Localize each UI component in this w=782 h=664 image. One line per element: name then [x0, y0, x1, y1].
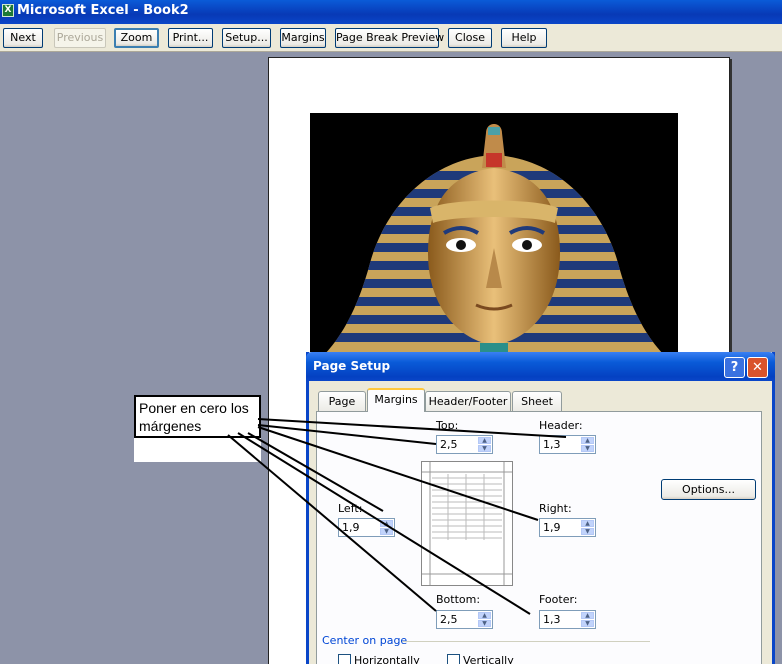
spin-down-icon[interactable]: ▼	[581, 528, 594, 535]
annotation-callout: Poner en cero los márgenes	[134, 395, 261, 462]
print-preview-toolbar: Next Previous Zoom Print... Setup... Mar…	[0, 24, 782, 52]
annotation-text: Poner en cero los márgenes	[134, 395, 261, 438]
pharaoh-mask-image	[310, 113, 678, 363]
window-titlebar: X Microsoft Excel - Book2	[0, 0, 782, 24]
close-button[interactable]: Close	[448, 28, 492, 48]
left-margin-value[interactable]: 1,9	[342, 521, 360, 534]
print-button[interactable]: Print...	[168, 28, 213, 48]
vertically-checkbox[interactable]	[447, 654, 460, 664]
spin-down-icon[interactable]: ▼	[478, 620, 491, 627]
tab-margins[interactable]: Margins	[367, 388, 425, 412]
footer-margin-spinner[interactable]: 1,3 ▲ ▼	[539, 610, 596, 629]
spin-up-icon[interactable]: ▲	[581, 612, 594, 619]
spin-up-icon[interactable]: ▲	[581, 437, 594, 444]
top-label: Top:	[436, 419, 459, 432]
setup-button[interactable]: Setup...	[222, 28, 271, 48]
footer-margin-value[interactable]: 1,3	[543, 613, 561, 626]
window-title: Microsoft Excel - Book2	[17, 3, 189, 18]
header-margin-value[interactable]: 1,3	[543, 438, 561, 451]
spin-up-icon[interactable]: ▲	[478, 612, 491, 619]
vertically-label: Vertically	[463, 654, 514, 664]
spin-down-icon[interactable]: ▼	[581, 620, 594, 627]
zoom-button[interactable]: Zoom	[114, 28, 159, 48]
bottom-margin-spinner[interactable]: 2,5 ▲ ▼	[436, 610, 493, 629]
next-button[interactable]: Next	[3, 28, 43, 48]
right-label: Right:	[539, 502, 572, 515]
margins-preview-diagram	[421, 461, 513, 586]
spin-up-icon[interactable]: ▲	[380, 520, 393, 527]
spin-down-icon[interactable]: ▼	[380, 528, 393, 535]
page-break-preview-button[interactable]: Page Break Preview	[335, 28, 444, 48]
dialog-close-icon[interactable]: ✕	[747, 357, 768, 378]
tab-header-footer[interactable]: Header/Footer	[425, 391, 511, 411]
help-button[interactable]: Help	[501, 28, 547, 48]
spin-up-icon[interactable]: ▲	[581, 520, 594, 527]
dialog-titlebar: Page Setup ? ✕	[306, 352, 775, 381]
options-button[interactable]: Options...	[661, 479, 756, 500]
spin-up-icon[interactable]: ▲	[478, 437, 491, 444]
bottom-margin-value[interactable]: 2,5	[440, 613, 458, 626]
tab-sheet[interactable]: Sheet	[512, 391, 562, 411]
spin-down-icon[interactable]: ▼	[478, 445, 491, 452]
dialog-title: Page Setup	[313, 359, 391, 373]
dialog-help-icon[interactable]: ?	[724, 357, 745, 378]
center-on-page-label: Center on page	[322, 634, 408, 647]
horizontally-label: Horizontally	[354, 654, 420, 664]
header-label: Header:	[539, 419, 583, 432]
right-margin-spinner[interactable]: 1,9 ▲ ▼	[539, 518, 596, 537]
top-margin-value[interactable]: 2,5	[440, 438, 458, 451]
left-margin-spinner[interactable]: 1,9 ▲ ▼	[338, 518, 395, 537]
previous-button[interactable]: Previous	[54, 28, 106, 48]
footer-label: Footer:	[539, 593, 578, 606]
excel-app-icon: X	[2, 4, 14, 17]
top-margin-spinner[interactable]: 2,5 ▲ ▼	[436, 435, 493, 454]
tab-page[interactable]: Page	[318, 391, 366, 411]
spin-down-icon[interactable]: ▼	[581, 445, 594, 452]
bottom-label: Bottom:	[436, 593, 481, 606]
header-margin-spinner[interactable]: 1,3 ▲ ▼	[539, 435, 596, 454]
left-label: Left:	[338, 502, 363, 515]
group-divider	[402, 641, 650, 642]
right-margin-value[interactable]: 1,9	[543, 521, 561, 534]
margins-button[interactable]: Margins	[280, 28, 326, 48]
horizontally-checkbox[interactable]	[338, 654, 351, 664]
